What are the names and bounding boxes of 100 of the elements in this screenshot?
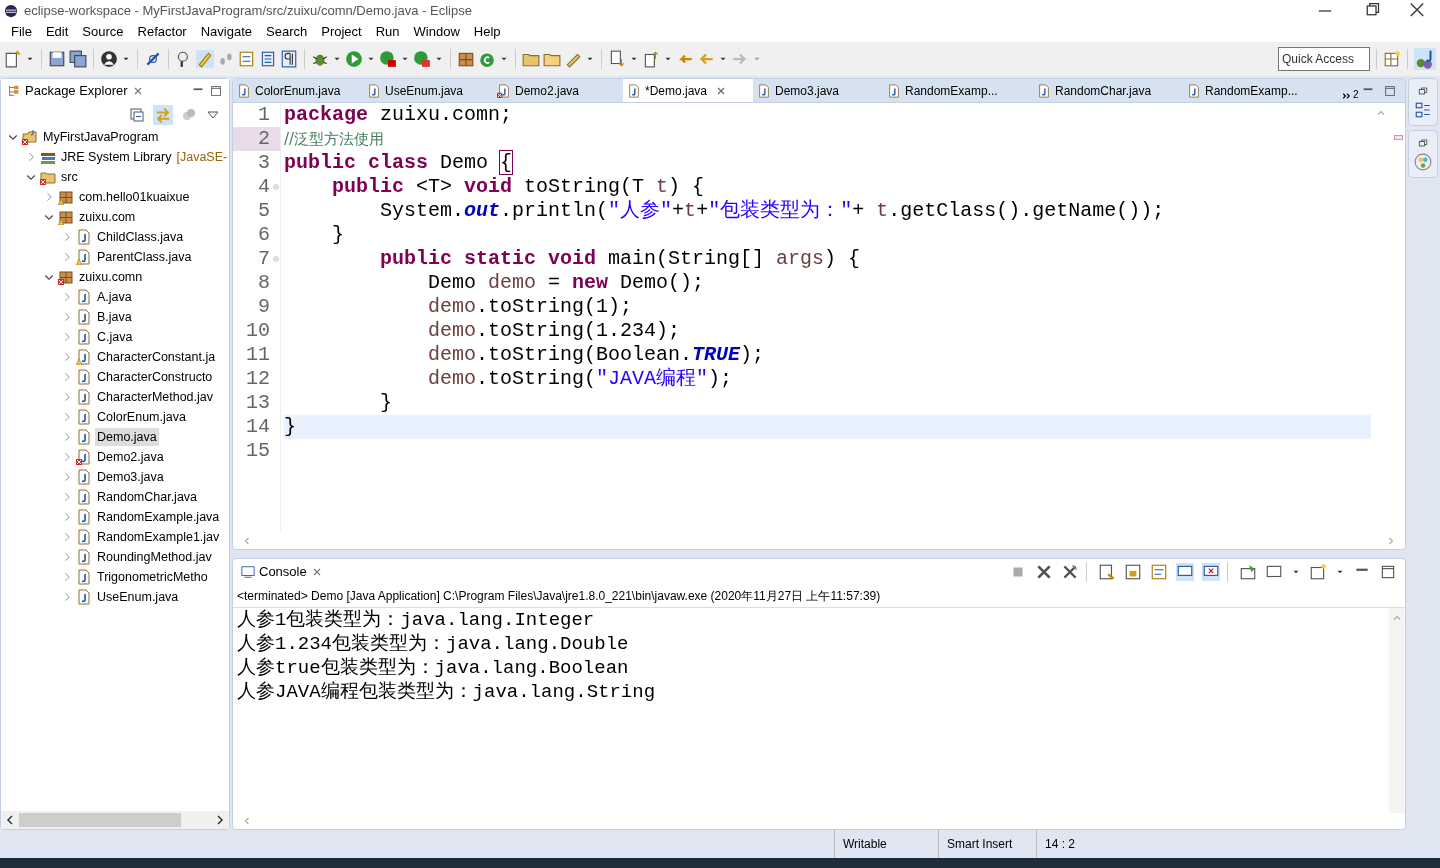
editor-tab[interactable]: RandomExamp...: [1183, 79, 1333, 102]
line-number: 1: [258, 103, 271, 127]
tree-item[interactable]: UseEnum.java: [95, 587, 181, 607]
code-line: System.out.println("人参"+t+"包装类型为："+ t.getClass().getName());: [379, 199, 1166, 223]
maximize-icon[interactable]: [1379, 563, 1397, 581]
console-output-line: 人参true包装类型为：java.lang.Boolean: [236, 656, 630, 680]
menu-item[interactable]: Window: [406, 22, 467, 42]
editor-tab[interactable]: ColorEnum.java: [233, 79, 363, 102]
scrollbar-thumb[interactable]: [19, 813, 181, 827]
previous-annotation-icon[interactable]: [642, 50, 660, 68]
code-line: demo.toString("JAVA编程");: [427, 367, 734, 391]
menu-item[interactable]: File: [4, 22, 39, 42]
tree-item[interactable]: ChildClass.java: [95, 227, 186, 247]
code-line: public class Demo {: [284, 151, 514, 175]
tree-item[interactable]: com.hello01kuaixue: [77, 187, 192, 207]
tree-item[interactable]: RandomExample.java: [95, 507, 222, 527]
tree-item[interactable]: zuixu.com: [77, 207, 138, 227]
editor-tab[interactable]: *Demo.java: [623, 79, 753, 102]
save-all-icon[interactable]: [69, 50, 87, 68]
editor-tab[interactable]: RandomChar.java: [1033, 79, 1183, 102]
word-wrap-icon[interactable]: [1150, 563, 1168, 581]
tree-item[interactable]: zuixu.comn: [77, 267, 145, 287]
tree-item[interactable]: CharacterConstant.ja: [95, 347, 218, 367]
tree-item[interactable]: ParentClass.java: [95, 247, 194, 267]
restore-icon[interactable]: [1417, 137, 1429, 149]
outline-icon[interactable]: [1414, 101, 1432, 119]
menu-item[interactable]: Project: [314, 22, 369, 42]
collapse-all-icon[interactable]: [129, 107, 145, 123]
line-number: 4: [258, 175, 271, 199]
pilcrow-icon[interactable]: [280, 50, 298, 68]
java-file-icon: [757, 83, 771, 98]
scroll-lock-icon[interactable]: [1124, 563, 1142, 581]
maximize-icon[interactable]: [209, 84, 223, 98]
menu-item[interactable]: Refactor: [130, 22, 194, 42]
line-number: 2: [258, 127, 271, 151]
editor-tab[interactable]: Demo2.java: [493, 79, 623, 102]
line-number: 6: [258, 223, 271, 247]
line-number: 13: [246, 391, 271, 415]
java-perspective-icon[interactable]: [1414, 48, 1436, 70]
panel-title[interactable]: Package Explorer: [25, 81, 128, 101]
tree-item[interactable]: src: [59, 167, 80, 187]
tree-item[interactable]: Demo2.java: [95, 447, 166, 467]
external-tool-icon[interactable]: [413, 50, 431, 68]
tree-item[interactable]: C.java: [95, 327, 135, 347]
menu-item[interactable]: Edit: [38, 22, 76, 42]
panel-title[interactable]: Console: [259, 562, 307, 582]
tree-item[interactable]: JRE System Library: [59, 147, 174, 167]
pin-icon[interactable]: [1239, 563, 1257, 581]
new-console-icon[interactable]: [1309, 563, 1327, 581]
new-class-icon[interactable]: [478, 50, 496, 68]
tree-item[interactable]: CharacterConstructo: [95, 367, 215, 387]
tree-item[interactable]: TrigonometricMetho: [95, 567, 210, 587]
hidden-tab-count[interactable]: 2: [1353, 87, 1359, 102]
maximize-icon[interactable]: [1383, 83, 1397, 98]
show-output-icon[interactable]: [1176, 563, 1194, 581]
editor-tab[interactable]: RandomExamp...: [883, 79, 1033, 102]
code-line: demo.toString(1);: [427, 295, 634, 319]
menu-item[interactable]: Search: [259, 22, 315, 42]
line-number: 11: [246, 343, 271, 367]
pen-slash-icon[interactable]: [144, 50, 162, 68]
run-icon[interactable]: [345, 50, 363, 68]
palette-icon[interactable]: [1414, 153, 1432, 171]
editor-tab[interactable]: UseEnum.java: [363, 79, 493, 102]
tree-item[interactable]: RandomExample1.jav: [95, 527, 222, 547]
tree-item[interactable]: CharacterMethod.jav: [95, 387, 216, 407]
tree-item[interactable]: RoundingMethod.jav: [95, 547, 214, 567]
tree-item[interactable]: Demo3.java: [95, 467, 166, 487]
line-number: 10: [246, 319, 271, 343]
menu-item[interactable]: Navigate: [193, 22, 259, 42]
next-annotation-icon[interactable]: [608, 50, 626, 68]
new-file-icon[interactable]: [4, 50, 22, 68]
menu-item[interactable]: Help: [466, 22, 508, 42]
annotation-marker: [1393, 135, 1403, 140]
line-number: 15: [246, 439, 271, 463]
editor-tab[interactable]: Demo3.java: [753, 79, 883, 102]
tree-item[interactable]: B.java: [95, 307, 134, 327]
show-error-icon[interactable]: [1202, 563, 1220, 581]
code-line: public <T> void toString(T t) {: [331, 175, 706, 199]
chevrons-icon[interactable]: [1341, 90, 1353, 102]
java-file-icon: [627, 83, 641, 98]
console-output-line: 人参1包装类型为：java.lang.Integer: [236, 608, 596, 632]
tree-item[interactable]: ColorEnum.java: [95, 407, 188, 427]
open-perspective-icon[interactable]: [1383, 50, 1401, 68]
coverage-icon[interactable]: [379, 50, 397, 68]
clear-console-icon[interactable]: [1098, 563, 1116, 581]
quick-access-field[interactable]: Quick Access: [1278, 47, 1370, 71]
tree-item[interactable]: MyFirstJavaProgram: [41, 127, 161, 147]
menu-item[interactable]: Source: [75, 22, 131, 42]
save-icon[interactable]: [48, 50, 66, 68]
tree-item[interactable]: A.java: [95, 287, 134, 307]
restore-icon[interactable]: [1417, 85, 1429, 97]
tree-item[interactable]: RandomChar.java: [95, 487, 200, 507]
remove-icon[interactable]: [1035, 563, 1053, 581]
document-icon[interactable]: [259, 50, 277, 68]
java-file-icon: [1037, 83, 1051, 98]
new-package-icon[interactable]: [457, 50, 475, 68]
menu-item[interactable]: Run: [368, 22, 407, 42]
person-icon[interactable]: [100, 50, 118, 68]
remove-all-icon[interactable]: [1061, 563, 1079, 581]
tree-item[interactable]: Demo.java: [95, 427, 159, 447]
